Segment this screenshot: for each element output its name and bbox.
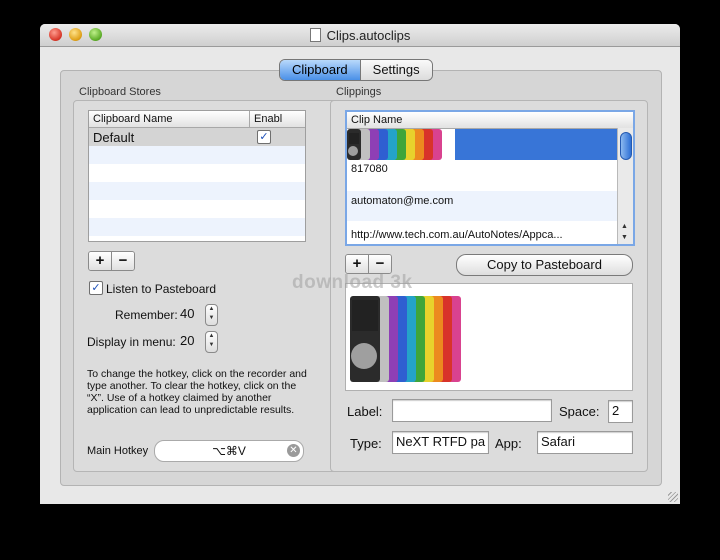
- hotkey-help-text: To change the hotkey, click on the recor…: [87, 368, 307, 416]
- ipod-screen: [352, 300, 378, 331]
- clippings-add-remove: + −: [345, 254, 392, 274]
- app-label: App:: [495, 436, 522, 451]
- ipod-graphic: [347, 129, 361, 160]
- list-item[interactable]: http://www.tech.com.au/AutoNotes/Appca..…: [347, 221, 633, 244]
- empty-row: [89, 200, 305, 218]
- hotkey-value: ⌥⌘V: [212, 444, 246, 458]
- remember-stepper[interactable]: ▲ ▼: [205, 304, 218, 326]
- column-header-clip-name[interactable]: Clip Name: [347, 112, 633, 129]
- label-field-label: Label:: [347, 404, 383, 419]
- watermark-logo: download 3k: [292, 272, 413, 293]
- resize-grip-icon[interactable]: [668, 492, 678, 502]
- add-clip-button[interactable]: +: [346, 255, 368, 273]
- listen-to-pasteboard-label: Listen to Pasteboard: [106, 282, 217, 296]
- list-item[interactable]: 817080: [347, 160, 633, 191]
- listen-to-pasteboard-checkbox[interactable]: ✓: [89, 281, 103, 295]
- type-field[interactable]: NeXT RTFD pa: [392, 431, 489, 454]
- empty-row: [89, 218, 305, 236]
- column-header-clipboard-name[interactable]: Clipboard Name: [89, 111, 250, 128]
- table-row[interactable]: Default ✓: [89, 128, 305, 146]
- scrollbar-thumb[interactable]: [620, 132, 632, 160]
- title-bar: Clips.autoclips: [40, 24, 680, 47]
- tab-settings[interactable]: Settings: [359, 60, 432, 80]
- clip-preview: [345, 283, 633, 391]
- remember-label: Remember:: [115, 308, 178, 322]
- clipboard-stores-label: Clipboard Stores: [79, 86, 161, 98]
- display-in-menu-stepper[interactable]: ▲ ▼: [205, 331, 218, 353]
- ipod-graphic: [350, 296, 380, 382]
- store-enabled-checkbox[interactable]: ✓: [257, 130, 271, 144]
- label-field[interactable]: [392, 399, 552, 422]
- stores-add-remove: + −: [88, 251, 135, 271]
- tab-bar: Clipboard Settings: [279, 59, 433, 81]
- clippings-label: Clippings: [336, 86, 382, 98]
- ipod-screen: [349, 133, 359, 145]
- add-store-button[interactable]: +: [89, 252, 111, 270]
- empty-row: [89, 146, 305, 164]
- tab-clipboard[interactable]: Clipboard: [280, 60, 360, 80]
- scroll-down-arrow-icon[interactable]: ▼: [621, 234, 628, 241]
- column-header-enabled[interactable]: Enabl: [250, 111, 305, 128]
- copy-to-pasteboard-button[interactable]: Copy to Pasteboard: [456, 254, 633, 276]
- type-label: Type:: [350, 436, 382, 451]
- store-name: Default: [93, 130, 135, 145]
- app-window: Clips.autoclips Clipboard Settings Clipb…: [40, 24, 680, 504]
- clip-image-thumbnail: [347, 129, 455, 160]
- document-icon: [309, 28, 321, 42]
- hotkey-recorder[interactable]: ⌥⌘V ✕: [154, 440, 304, 462]
- remember-value: 40: [180, 306, 195, 321]
- display-in-menu-value: 20: [180, 333, 195, 348]
- space-field[interactable]: 2: [608, 400, 633, 423]
- app-field[interactable]: Safari: [537, 431, 633, 454]
- clippings-table[interactable]: Clip Name 817080 automaton@me.com http:/…: [345, 110, 635, 246]
- clear-hotkey-icon[interactable]: ✕: [287, 444, 300, 457]
- clipboard-stores-table[interactable]: Clipboard Name Enabl Default ✓: [88, 110, 306, 242]
- remove-clip-button[interactable]: −: [368, 255, 391, 273]
- empty-row: [89, 182, 305, 200]
- display-in-menu-label: Display in menu:: [87, 335, 176, 349]
- clip-preview-image: [350, 296, 461, 382]
- list-item[interactable]: [347, 129, 633, 160]
- empty-row: [89, 164, 305, 182]
- scroll-up-arrow-icon[interactable]: ▲: [621, 223, 628, 230]
- ipod-click-wheel: [348, 146, 358, 157]
- window-title: Clips.autoclips: [40, 28, 680, 43]
- clippings-scrollbar[interactable]: ▲ ▼: [617, 128, 633, 244]
- space-label: Space:: [559, 404, 600, 419]
- ipod-click-wheel: [351, 343, 377, 370]
- remove-store-button[interactable]: −: [111, 252, 134, 270]
- main-hotkey-label: Main Hotkey: [87, 445, 149, 457]
- list-item[interactable]: automaton@me.com: [347, 191, 633, 221]
